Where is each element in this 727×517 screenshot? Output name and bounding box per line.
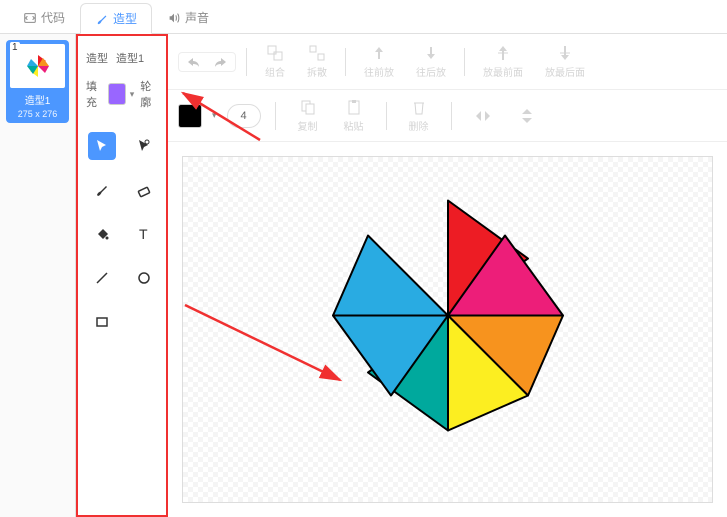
costume-thumbnail[interactable]: 1 造型1 275 x 276 xyxy=(6,40,69,123)
tools-panel: 造型 造型1 填充 ▾ 轮廓 T xyxy=(76,34,168,517)
line-tool[interactable] xyxy=(88,264,116,292)
outline-swatch[interactable] xyxy=(178,104,202,128)
paste-button[interactable]: 粘贴 xyxy=(336,96,372,135)
undo-redo-group xyxy=(178,52,236,72)
tab-code[interactable]: 代码 xyxy=(8,2,80,33)
tab-label: 代码 xyxy=(41,9,65,26)
outline-width[interactable]: 4 xyxy=(227,104,261,128)
toolbar-second: ▾ 4 复制 粘贴 删除 xyxy=(168,90,727,142)
tab-sound[interactable]: 声音 xyxy=(152,2,224,33)
code-icon xyxy=(23,11,37,25)
chevron-down-icon: ▾ xyxy=(130,89,135,100)
group-button[interactable]: 组合 xyxy=(257,42,293,81)
tab-label: 声音 xyxy=(185,9,209,26)
fill-tool[interactable] xyxy=(88,220,116,248)
reshape-tool[interactable] xyxy=(130,132,158,160)
fill-swatch[interactable] xyxy=(108,83,126,105)
rect-tool[interactable] xyxy=(88,308,116,336)
chevron-down-icon: ▾ xyxy=(212,110,217,121)
ungroup-button[interactable]: 拆散 xyxy=(299,42,335,81)
backward-button[interactable]: 往后放 xyxy=(408,42,454,81)
circle-tool[interactable] xyxy=(130,264,158,292)
brush-tool[interactable] xyxy=(88,176,116,204)
eraser-tool[interactable] xyxy=(130,176,158,204)
text-tool[interactable]: T xyxy=(130,220,158,248)
select-tool[interactable] xyxy=(88,132,116,160)
back-button[interactable]: 放最后面 xyxy=(537,42,593,81)
undo-button[interactable] xyxy=(185,55,203,69)
copy-button[interactable]: 复制 xyxy=(290,96,326,135)
flip-h-button[interactable] xyxy=(466,105,500,127)
thumb-number: 1 xyxy=(10,42,20,53)
costume-name: 造型1 xyxy=(116,50,144,66)
costume-list: 1 造型1 275 x 276 xyxy=(0,34,76,517)
sound-icon xyxy=(167,11,181,25)
outline-label: 轮廓 xyxy=(140,78,158,110)
costume-label: 造型 xyxy=(86,50,108,66)
brush-icon xyxy=(95,12,109,26)
forward-button[interactable]: 往前放 xyxy=(356,42,402,81)
flip-v-button[interactable] xyxy=(510,105,544,127)
thumb-name: 造型1 xyxy=(8,90,67,109)
tab-costume[interactable]: 造型 xyxy=(80,3,152,34)
thumb-dims: 275 x 276 xyxy=(8,109,67,121)
svg-text:T: T xyxy=(139,226,148,242)
delete-button[interactable]: 删除 xyxy=(401,96,437,135)
drawing-canvas[interactable] xyxy=(182,156,713,503)
main-tabs: 代码 造型 声音 xyxy=(0,0,727,34)
redo-button[interactable] xyxy=(211,55,229,69)
toolbar-top: 组合 拆散 往前放 往后放 放最前面 放最后面 xyxy=(168,34,727,90)
pinwheel-artwork xyxy=(303,170,593,460)
tab-label: 造型 xyxy=(113,10,137,27)
fill-label: 填充 xyxy=(86,78,104,110)
front-button[interactable]: 放最前面 xyxy=(475,42,531,81)
